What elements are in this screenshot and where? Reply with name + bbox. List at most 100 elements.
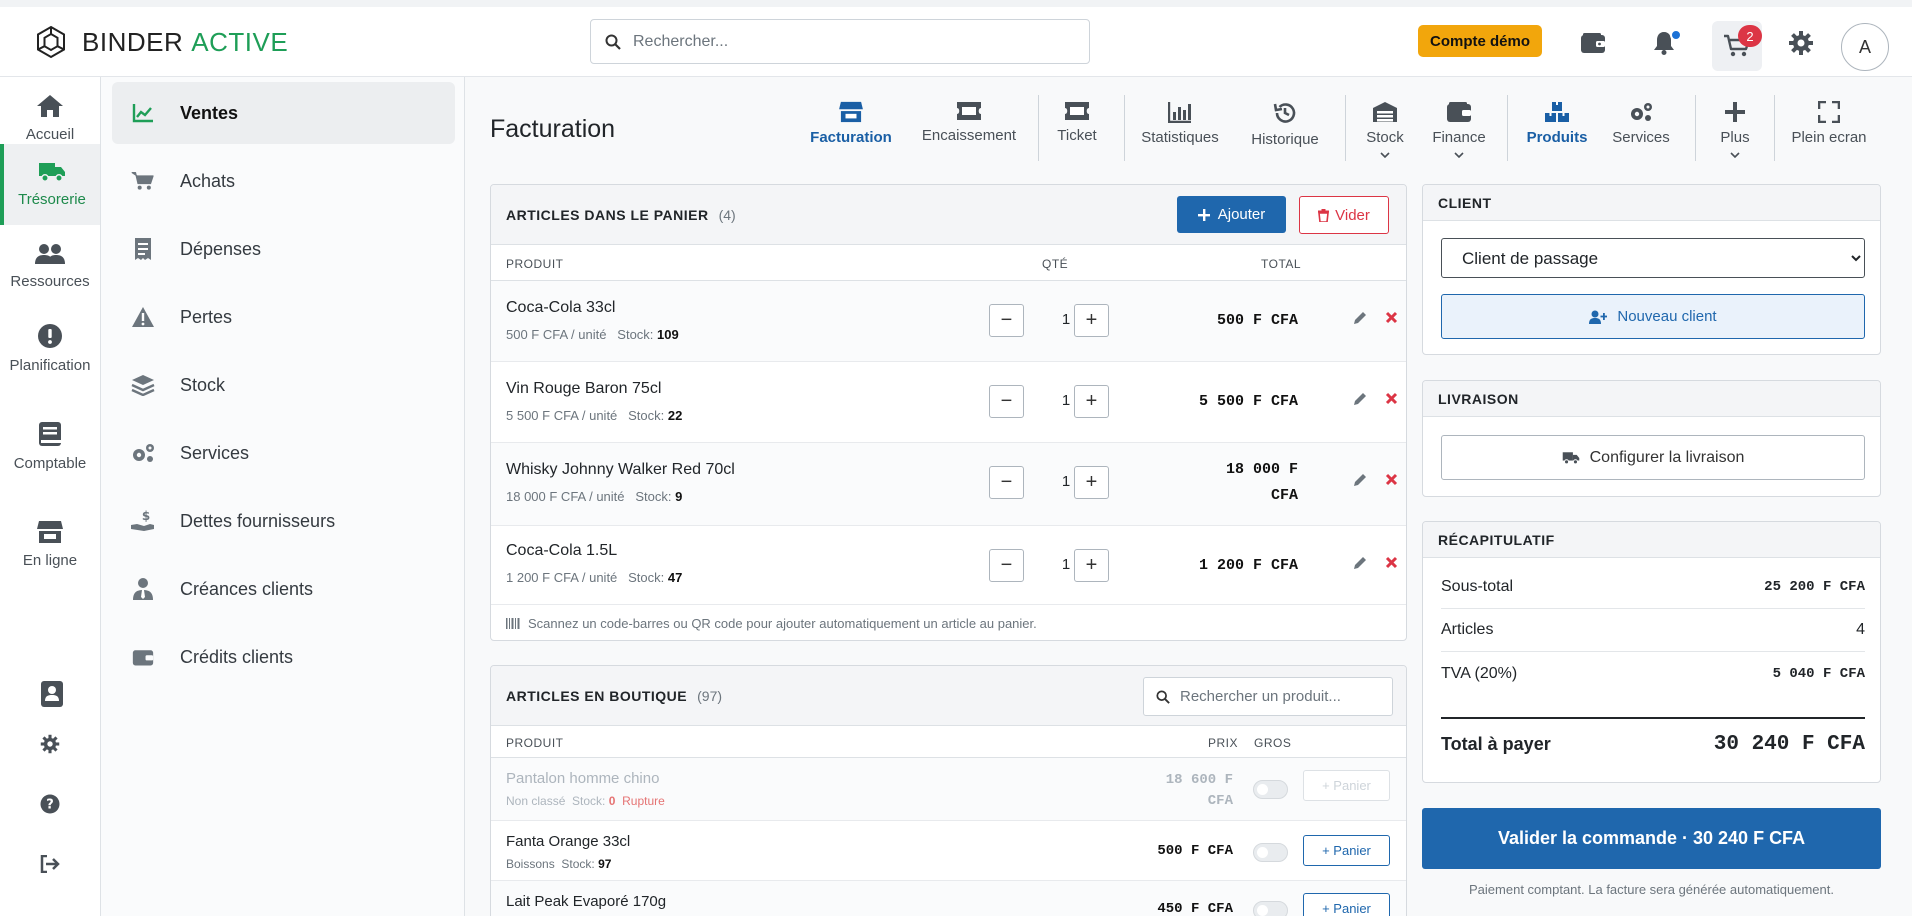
tab-ticket[interactable]: Ticket bbox=[1052, 95, 1102, 161]
add-to-cart-button[interactable]: + Panier bbox=[1303, 835, 1390, 866]
help-button[interactable]: ? bbox=[36, 790, 64, 818]
qty-increase-button[interactable]: + bbox=[1074, 466, 1109, 499]
rail-item-planification[interactable]: Planification bbox=[0, 307, 100, 389]
tab-facturation[interactable]: Facturation bbox=[810, 95, 892, 161]
product-name: Coca-Cola 33cl bbox=[506, 299, 616, 316]
tab-label: Plus bbox=[1720, 129, 1750, 146]
product-meta: 1 200 F CFA / unité Stock: 47 bbox=[506, 570, 683, 585]
product-search-input[interactable] bbox=[1180, 688, 1380, 705]
tab-stock[interactable]: Stock bbox=[1360, 95, 1410, 161]
submenu-item-services[interactable]: Services bbox=[112, 422, 455, 484]
tva-value: 5 040 F CFA bbox=[1772, 665, 1865, 682]
rail-item-comptable[interactable]: Comptable bbox=[0, 405, 100, 487]
search-icon bbox=[605, 34, 621, 50]
cart-card-header: ARTICLES DANS LE PANIER (4) Ajouter Vide… bbox=[491, 185, 1406, 245]
wallet-button[interactable] bbox=[1578, 28, 1608, 58]
tab-plus[interactable]: Plus bbox=[1715, 95, 1755, 161]
wallet-icon bbox=[1447, 102, 1471, 122]
rail-item-en-ligne[interactable]: En ligne bbox=[0, 503, 100, 585]
hand-money-icon: $ bbox=[131, 510, 154, 531]
rail-item-tresorerie[interactable]: Trésorerie bbox=[0, 144, 100, 225]
add-to-cart-button[interactable]: + Panier bbox=[1303, 893, 1390, 916]
qty-decrease-button[interactable]: − bbox=[989, 304, 1024, 337]
submenu-item-stock[interactable]: Stock bbox=[112, 354, 455, 416]
client-card: CLIENT Client de passage Nouveau client bbox=[1422, 184, 1881, 355]
app-logo[interactable]: BINDER ACTIVE bbox=[34, 25, 288, 59]
global-search-input[interactable] bbox=[633, 32, 1053, 51]
rail-label: Accueil bbox=[25, 125, 75, 143]
qty-decrease-button[interactable]: − bbox=[989, 385, 1024, 418]
remove-line-button[interactable] bbox=[1385, 392, 1398, 409]
scan-hint-text: Scannez un code-barres ou QR code pour a… bbox=[528, 615, 1037, 631]
configure-delivery-button[interactable]: Configurer la livraison bbox=[1441, 435, 1865, 480]
gear-icon bbox=[40, 734, 60, 754]
qty-decrease-button[interactable]: − bbox=[989, 549, 1024, 582]
client-select[interactable]: Client de passage bbox=[1441, 238, 1865, 278]
submenu-item-ventes[interactable]: Ventes bbox=[112, 82, 455, 144]
gros-toggle[interactable] bbox=[1253, 843, 1288, 862]
product-name: Fanta Orange 33cl bbox=[506, 833, 631, 850]
cart-title: ARTICLES DANS LE PANIER bbox=[506, 206, 709, 223]
tab-services[interactable]: Services bbox=[1611, 95, 1671, 161]
add-article-button[interactable]: Ajouter bbox=[1177, 196, 1286, 233]
cart-row: Vin Rouge Baron 75cl 5 500 F CFA / unité… bbox=[491, 362, 1406, 443]
logout-button[interactable] bbox=[36, 850, 64, 878]
help-icon: ? bbox=[40, 794, 60, 814]
add-to-cart-button[interactable]: + Panier bbox=[1303, 770, 1390, 801]
total-value: 30 240 F CFA bbox=[1713, 732, 1865, 756]
product-name: Whisky Johnny Walker Red 70cl bbox=[506, 461, 735, 478]
qty-increase-button[interactable]: + bbox=[1074, 549, 1109, 582]
tab-statistiques[interactable]: Statistiques bbox=[1140, 95, 1220, 161]
edit-line-button[interactable] bbox=[1353, 556, 1367, 574]
pencil-icon bbox=[1354, 393, 1366, 405]
contact-book-button[interactable] bbox=[38, 680, 66, 708]
edit-line-button[interactable] bbox=[1353, 392, 1367, 410]
tab-finance[interactable]: Finance bbox=[1432, 95, 1486, 161]
new-client-button[interactable]: Nouveau client bbox=[1441, 294, 1865, 339]
gros-toggle[interactable] bbox=[1253, 780, 1288, 799]
chart-line-icon bbox=[132, 104, 153, 123]
submenu-item-depenses[interactable]: Dépenses bbox=[112, 218, 455, 280]
edit-line-button[interactable] bbox=[1353, 473, 1367, 491]
alert-circle-icon bbox=[38, 323, 62, 348]
global-search[interactable] bbox=[590, 19, 1090, 64]
submenu-label: Services bbox=[180, 442, 250, 463]
tab-historique[interactable]: Historique bbox=[1249, 95, 1321, 161]
out-of-stock-label: Rupture bbox=[622, 794, 665, 808]
new-client-label: Nouveau client bbox=[1617, 308, 1717, 325]
edit-line-button[interactable] bbox=[1353, 311, 1367, 329]
submenu-item-pertes[interactable]: Pertes bbox=[112, 286, 455, 348]
rail-settings-button[interactable] bbox=[36, 730, 64, 758]
qty-decrease-button[interactable]: − bbox=[989, 466, 1024, 499]
submenu-item-achats[interactable]: Achats bbox=[112, 150, 455, 212]
user-avatar[interactable]: A bbox=[1841, 23, 1889, 71]
svg-text:?: ? bbox=[46, 798, 54, 813]
clear-cart-button[interactable]: Vider bbox=[1299, 196, 1389, 234]
submenu-item-creances-clients[interactable]: Créances clients bbox=[112, 558, 455, 620]
rail-item-ressources[interactable]: Ressources bbox=[0, 225, 100, 307]
tab-produits[interactable]: Produits bbox=[1527, 95, 1587, 161]
submenu-label: Ventes bbox=[180, 102, 239, 123]
remove-line-button[interactable] bbox=[1385, 311, 1398, 328]
truck-icon bbox=[39, 163, 65, 182]
tab-plein-ecran[interactable]: Plein ecran bbox=[1787, 95, 1871, 161]
tab-encaissement[interactable]: Encaissement bbox=[920, 95, 1018, 161]
validate-order-button[interactable]: Valider la commande · 30 240 F CFA bbox=[1422, 808, 1881, 869]
product-search[interactable] bbox=[1143, 677, 1393, 716]
settings-button[interactable] bbox=[1786, 28, 1816, 58]
demo-account-button[interactable]: Compte démo bbox=[1418, 25, 1543, 57]
qty-increase-button[interactable]: + bbox=[1074, 304, 1109, 337]
remove-line-button[interactable] bbox=[1385, 473, 1398, 490]
delivery-card: LIVRAISON Configurer la livraison bbox=[1422, 380, 1881, 497]
user-plus-icon bbox=[1589, 310, 1608, 324]
boxes-icon bbox=[1545, 102, 1569, 122]
tab-label: Facturation bbox=[810, 129, 892, 146]
gros-toggle[interactable] bbox=[1253, 901, 1288, 916]
col-total: TOTAL bbox=[1261, 257, 1302, 271]
qty-increase-button[interactable]: + bbox=[1074, 385, 1109, 418]
submenu-item-credits-clients[interactable]: Crédits clients bbox=[112, 626, 455, 688]
submenu-label: Stock bbox=[180, 374, 226, 395]
shop-rows: Pantalon homme chino Non classé Stock: 0… bbox=[491, 758, 1406, 916]
remove-line-button[interactable] bbox=[1385, 556, 1398, 573]
submenu-item-dettes-fournisseurs[interactable]: $ Dettes fournisseurs bbox=[112, 490, 455, 552]
